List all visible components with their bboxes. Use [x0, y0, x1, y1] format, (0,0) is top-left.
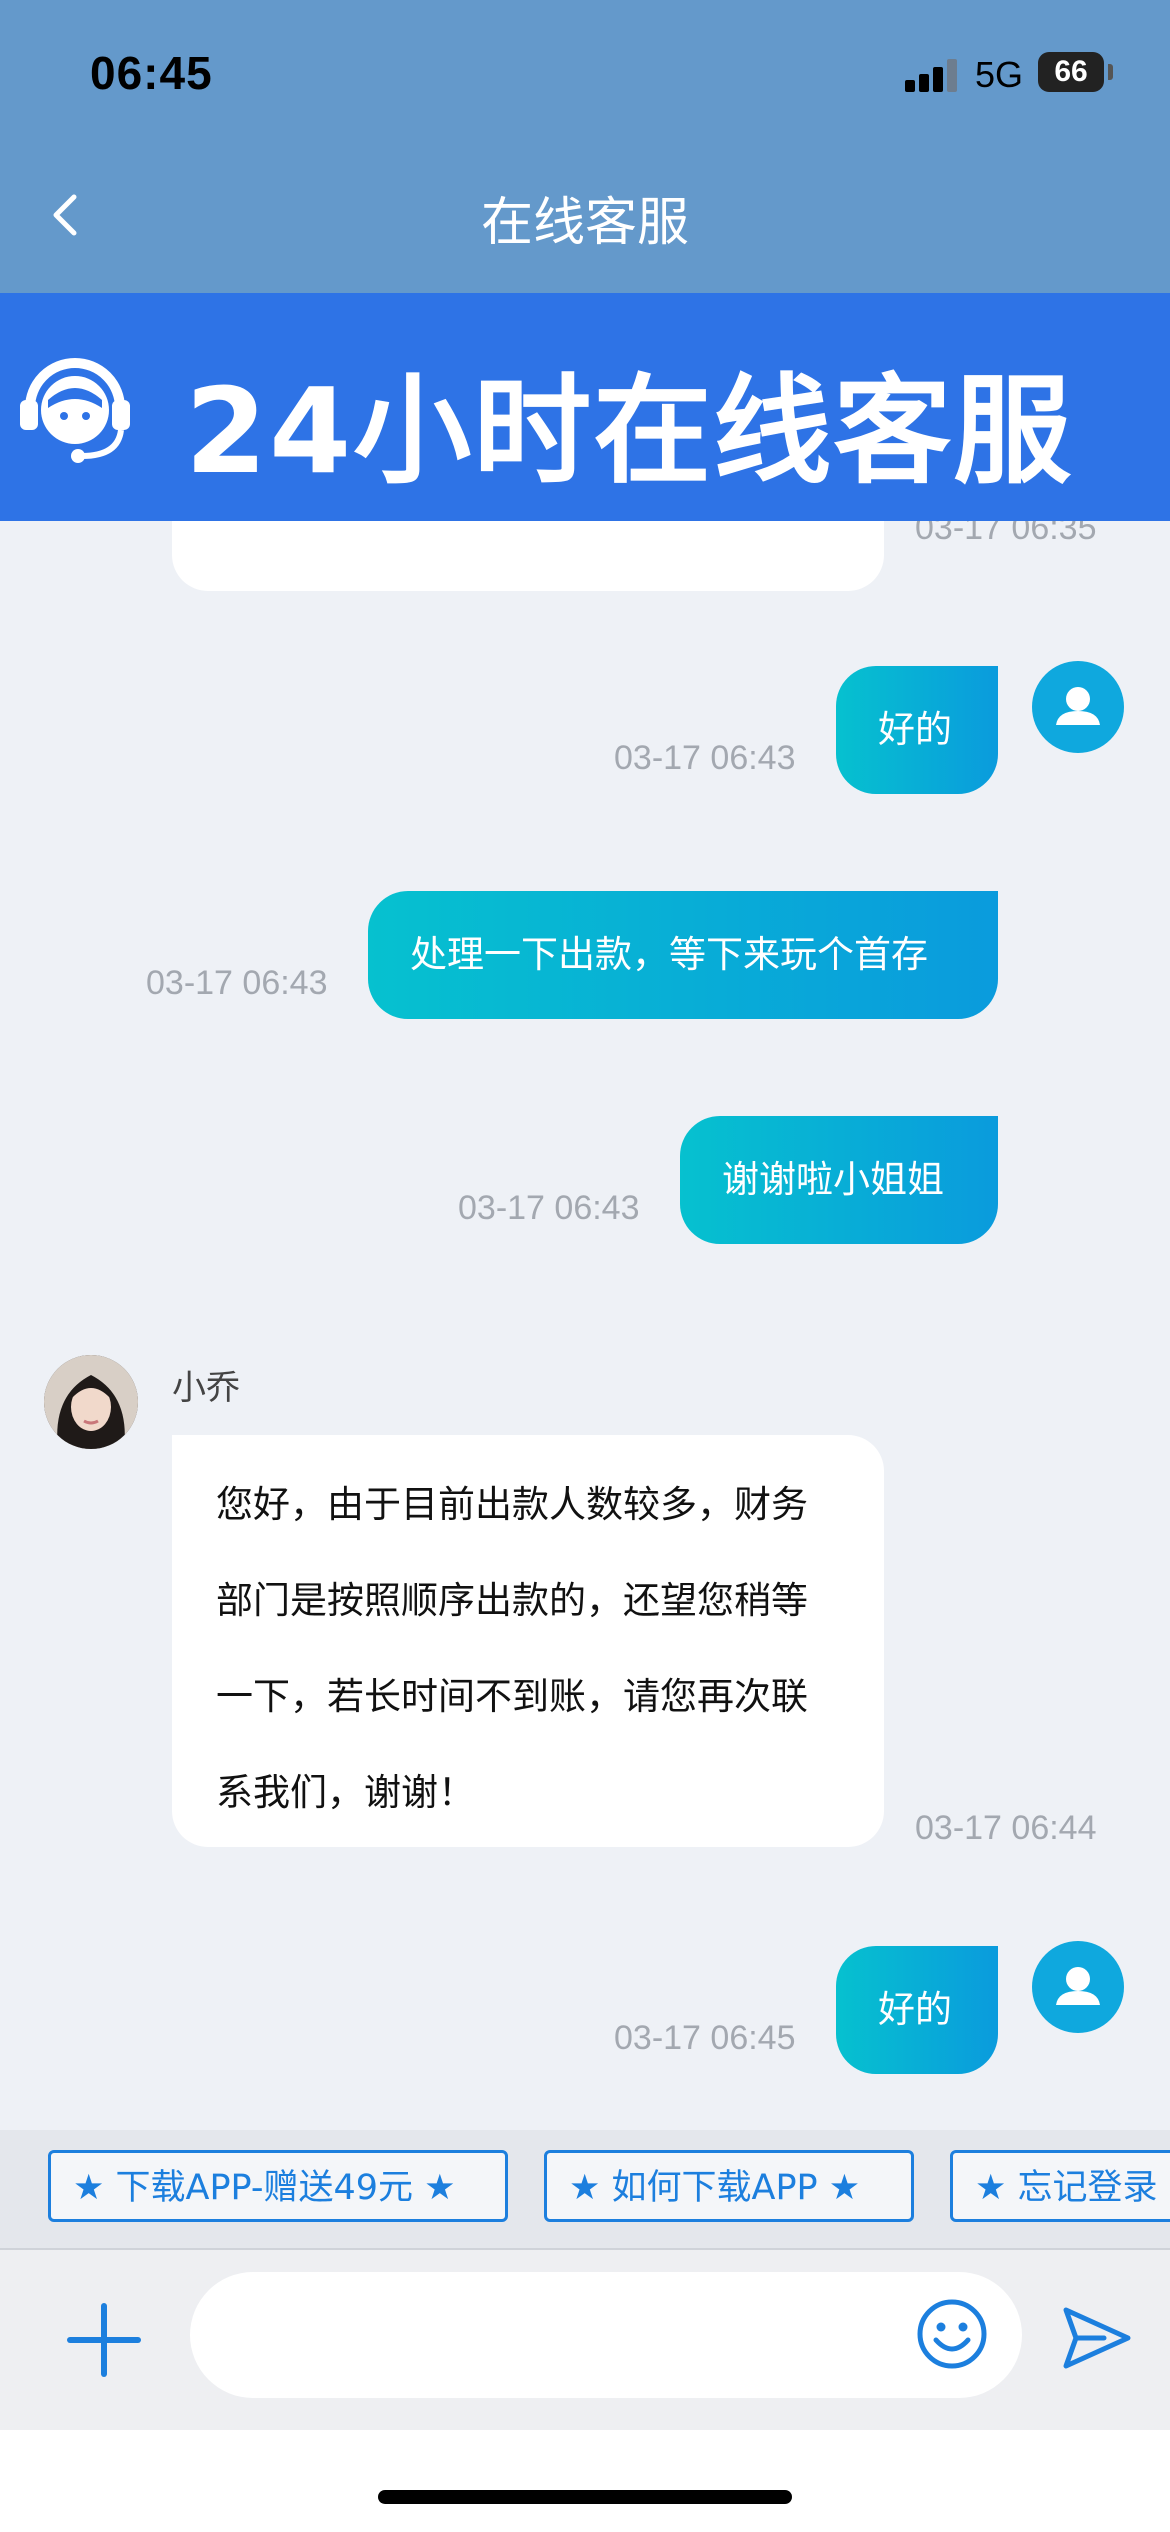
agent-message-bubble: 您好，由于目前出款人数较多，财务部门是按照顺序出款的，还望您稍等一下，若长时间不… [172, 1435, 884, 1847]
user-icon [1056, 687, 1100, 725]
send-button[interactable] [1060, 2302, 1132, 2374]
message-time: 03-17 06:45 [614, 2019, 796, 2057]
message-input[interactable] [190, 2272, 1022, 2398]
signal-icon [905, 58, 957, 92]
network-type: 5G [975, 54, 1024, 95]
banner-text: 24小时在线客服 [185, 362, 1074, 500]
quick-reply-bar[interactable]: ★ 下载APP-赠送49元 ★ ★ 如何下载APP ★ ★ 忘记登录 [0, 2130, 1170, 2250]
service-banner: 24小时在线客服 [0, 293, 1170, 521]
message-bubble: 谢谢啦小姐姐 [680, 1116, 998, 1244]
smiley-icon [917, 2299, 987, 2369]
agent-photo [44, 1355, 138, 1449]
message-bubble: 好的 [836, 1946, 998, 2074]
message-bubble: 处理一下出款，等下来玩个首存 [368, 891, 998, 1019]
quick-reply-forgot-login[interactable]: ★ 忘记登录 [950, 2150, 1170, 2222]
message-time: 03-17 06:43 [458, 1189, 640, 1227]
message-time: 03-17 06:35 [915, 521, 1097, 547]
message-time: 03-17 06:44 [915, 1809, 1097, 1847]
agent-name: 小乔 [172, 1368, 240, 1408]
message-bubble: 好的 [836, 666, 998, 794]
chat-area[interactable]: 03-17 06:35 好的 03-17 06:43 处理一下出款，等下来玩个首… [0, 521, 1170, 2130]
message-time: 03-17 06:43 [614, 739, 796, 777]
status-bar: 06:45 5G 66 [0, 0, 1170, 145]
status-time: 06:45 [90, 47, 213, 99]
input-bar [0, 2250, 1170, 2430]
user-avatar [1032, 1941, 1124, 2033]
user-avatar [1032, 661, 1124, 753]
user-icon [1056, 1967, 1100, 2005]
home-indicator[interactable] [378, 2490, 792, 2504]
battery-tip [1108, 64, 1113, 80]
message-bubble-partial [172, 521, 884, 591]
message-time: 03-17 06:43 [146, 964, 328, 1002]
page-title: 在线客服 [480, 193, 689, 253]
nav-bar: 在线客服 [0, 145, 1170, 293]
agent-avatar [44, 1355, 138, 1449]
add-attachment-button[interactable] [66, 2302, 142, 2378]
emoji-button[interactable] [914, 2296, 990, 2372]
quick-reply-how-to-download[interactable]: ★ 如何下载APP ★ [544, 2150, 914, 2222]
headset-agent-icon [20, 358, 130, 463]
send-icon [1063, 2307, 1131, 2369]
plus-icon [67, 2303, 141, 2377]
quick-reply-download-bonus[interactable]: ★ 下载APP-赠送49元 ★ [48, 2150, 508, 2222]
battery-icon: 66 [1038, 52, 1104, 92]
home-indicator-area [0, 2430, 1170, 2532]
